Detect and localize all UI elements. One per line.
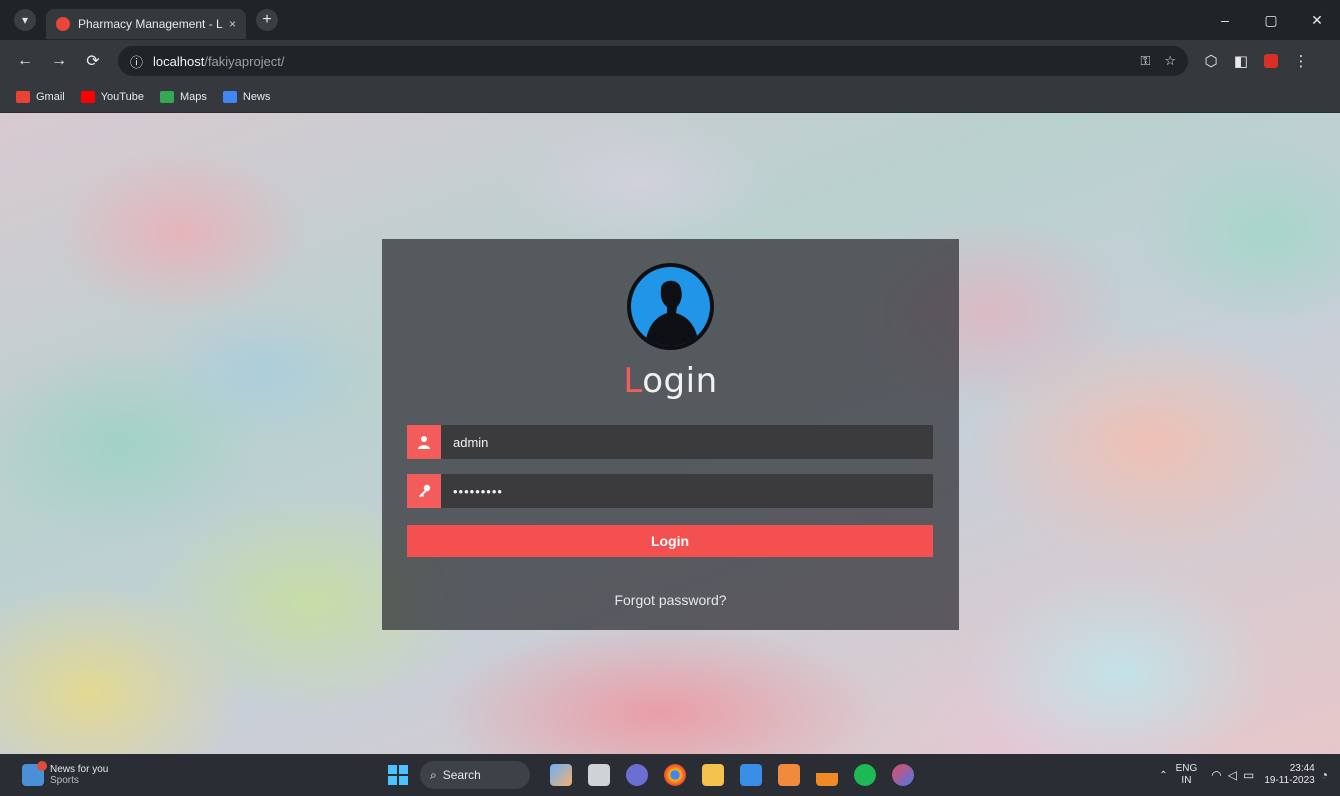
password-input[interactable] [441, 473, 933, 509]
bookmark-star-icon[interactable]: ☆ [1164, 53, 1176, 69]
battery-icon[interactable]: ▭ [1243, 768, 1254, 782]
extensions-icon[interactable]: ⬡ [1196, 46, 1226, 76]
chrome-icon[interactable] [664, 764, 686, 786]
system-tray: ⌃ ENG IN ◠ ◁ ▭ 23:44 19-11-2023 ◔ [1159, 754, 1328, 796]
notification-icon[interactable]: ◔ [1321, 768, 1328, 782]
spotify-icon[interactable] [854, 764, 876, 786]
menu-kebab-icon[interactable]: ⋮ [1286, 46, 1316, 76]
youtube-icon [80, 91, 95, 103]
copilot-icon[interactable] [550, 764, 572, 786]
taskbar-search-label: Search [442, 768, 481, 782]
language-indicator[interactable]: ENG IN [1176, 763, 1198, 787]
maximize-button[interactable]: ▢ [1248, 0, 1294, 40]
browser-titlebar: ▾ Pharmacy Management - Login × + – ▢ ✕ [0, 0, 1340, 40]
back-button[interactable]: ← [10, 46, 40, 76]
forward-button[interactable]: → [44, 46, 74, 76]
news-icon [222, 91, 237, 103]
bookmark-label: Gmail [36, 91, 65, 103]
browser-tab[interactable]: Pharmacy Management - Login × [46, 9, 246, 39]
search-icon: ⌕ [430, 767, 437, 782]
bookmark-label: YouTube [100, 91, 144, 103]
teams-icon[interactable] [626, 764, 648, 786]
region-code: IN [1181, 775, 1192, 786]
forgot-password-link[interactable]: Forgot password? [382, 592, 959, 608]
maps-icon [159, 91, 174, 103]
file-explorer-icon[interactable] [702, 764, 724, 786]
bookmark-maps[interactable]: Maps [159, 91, 207, 103]
close-window-button[interactable]: ✕ [1294, 0, 1340, 40]
translate-icon[interactable]: ⚿ [1140, 53, 1150, 69]
side-panel-icon[interactable]: ◧ [1226, 46, 1256, 76]
browser-app-icon[interactable] [892, 764, 914, 786]
reload-button[interactable]: ⟳ [78, 46, 108, 76]
username-field-group [407, 424, 933, 460]
taskbar-apps: ⌕ Search [388, 754, 922, 796]
app-orange-icon[interactable] [778, 764, 800, 786]
url-path: /fakiyaproject/ [204, 53, 285, 69]
tab-search-icon[interactable]: ▾ [14, 9, 36, 31]
start-menu-icon[interactable] [388, 765, 408, 785]
news-widget-title: News for you [50, 764, 109, 775]
taskbar-search[interactable]: ⌕ Search [420, 761, 530, 789]
chevron-up-icon[interactable]: ⌃ [1159, 770, 1167, 781]
profile-avatar[interactable] [1256, 46, 1286, 76]
wifi-icon[interactable]: ◠ [1211, 768, 1221, 782]
tab-favicon-icon [56, 17, 70, 31]
login-heading: Login [382, 361, 959, 401]
minimize-button[interactable]: – [1202, 0, 1248, 40]
tab-title: Pharmacy Management - Login [78, 17, 223, 31]
user-avatar-icon [627, 263, 714, 350]
volume-icon[interactable]: ◁ [1228, 768, 1237, 782]
clock-time: 23:44 [1289, 763, 1315, 774]
language-code: ENG [1175, 763, 1198, 774]
tab-close-icon[interactable]: × [229, 17, 236, 31]
url-host: localhost [153, 53, 205, 69]
news-widget-icon [22, 761, 47, 786]
vlc-icon[interactable] [816, 764, 838, 786]
username-input[interactable] [441, 424, 933, 460]
password-field-group [407, 473, 933, 509]
new-tab-button[interactable]: + [256, 9, 278, 31]
page-background: Login Login Forgot password? [0, 113, 1340, 754]
bookmark-label: News [242, 91, 271, 103]
bookmark-news[interactable]: News [222, 91, 271, 103]
bookmark-gmail[interactable]: Gmail [16, 91, 65, 103]
login-card: Login Login Forgot password? [382, 239, 959, 630]
gmail-icon [16, 91, 30, 103]
site-info-icon[interactable]: ⓘ [130, 52, 143, 71]
login-heading-initial: L [623, 361, 643, 401]
bookmark-label: Maps [179, 91, 207, 103]
key-icon [407, 474, 441, 508]
clock-date: 19-11-2023 [1264, 775, 1315, 786]
browser-toolbar: ← → ⟳ ⓘ localhost /fakiyaproject/ ⚿ ☆ ⬡ … [0, 40, 1340, 82]
bookmark-youtube[interactable]: YouTube [80, 91, 144, 103]
clock[interactable]: 23:44 19-11-2023 [1264, 763, 1314, 787]
os-taskbar: News for you Sports ⌕ Search ⌃ ENG IN ◠ … [0, 754, 1340, 796]
news-widget[interactable]: News for you Sports [22, 761, 109, 786]
user-icon [407, 425, 441, 459]
login-button[interactable]: Login [407, 525, 933, 557]
task-view-icon[interactable] [588, 764, 610, 786]
login-heading-rest: ogin [642, 361, 718, 401]
window-controls: – ▢ ✕ [1202, 0, 1340, 40]
news-widget-subtitle: Sports [50, 775, 79, 786]
mail-icon[interactable] [740, 764, 762, 786]
address-bar[interactable]: ⓘ localhost /fakiyaproject/ ⚿ ☆ [118, 46, 1188, 76]
bookmarks-bar: Gmail YouTube Maps News [0, 82, 1340, 113]
